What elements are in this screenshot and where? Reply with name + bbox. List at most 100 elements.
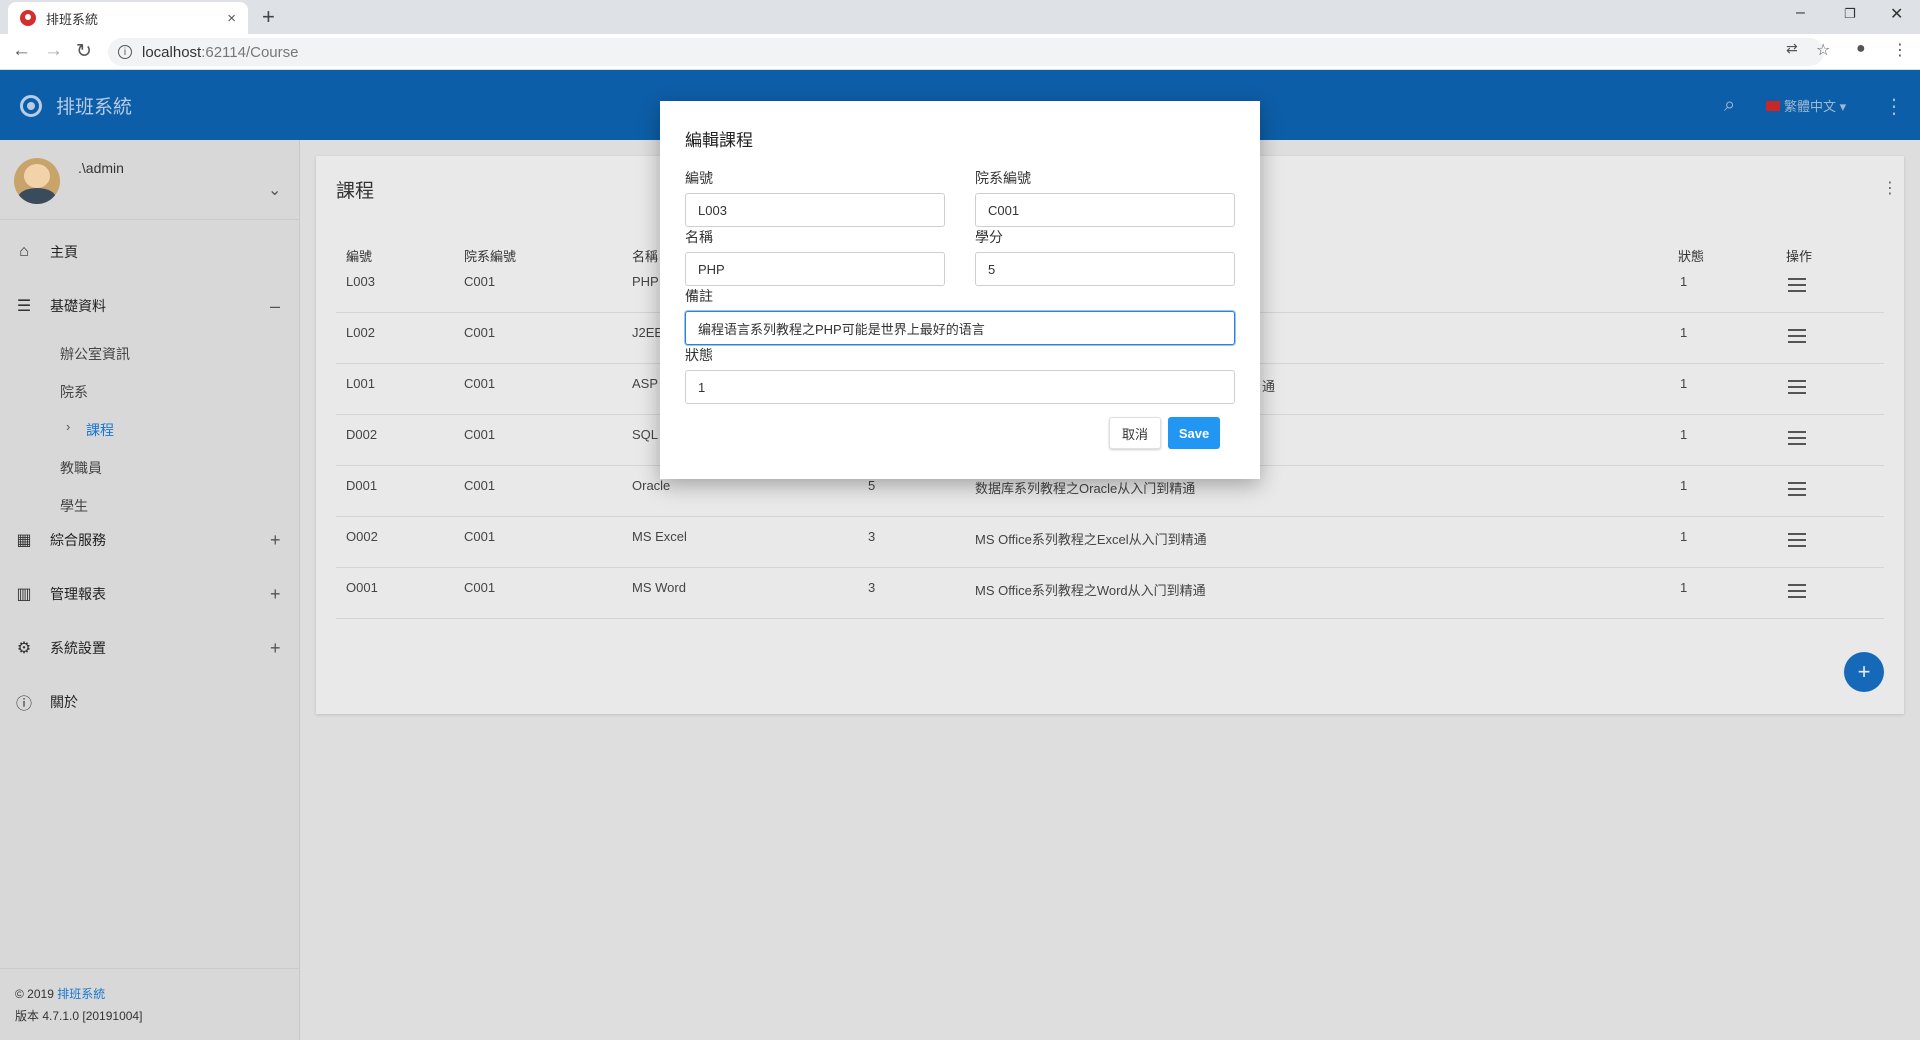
dialog-title: 編輯課程 [685,131,753,150]
expand-icon[interactable]: + [270,530,281,551]
browser-tabbar: 排班系統 × + – ❐ ✕ [0,0,1920,34]
close-window-button[interactable]: ✕ [1890,4,1903,24]
sidebar-item-basic-data[interactable]: ☰ 基礎資料 – [0,286,300,326]
cell-name: PHP [632,274,659,289]
cell-status: 1 [1680,274,1688,289]
cell-status: 1 [1680,427,1688,442]
omnibox[interactable]: i localhost:62114/Course [108,38,1824,66]
cell-dept: C001 [464,529,496,544]
minimize-button[interactable]: – [1796,4,1805,22]
chevron-down-icon[interactable]: ⌄ [268,180,281,200]
id-input[interactable] [685,193,945,227]
sidebar-item-about[interactable]: ⓘ 關於 [0,682,300,722]
save-button[interactable]: Save [1168,417,1220,449]
cell-remark: MS Office系列教程之Word从入门到精通 [975,583,1206,598]
row-menu-icon[interactable] [1788,584,1806,598]
reload-icon[interactable]: ↻ [76,40,92,63]
table-row[interactable]: O002 C001 MS Excel 3 MS Office系列教程之Excel… [336,517,1884,568]
sidebar-footer: © 2019 排班系統 版本 4.7.1.0 [20191004] [0,968,300,1040]
sidebar: .\admin ⌄ ⌂ 主頁 ☰ 基礎資料 – 辦公室資訊 院系 › 課程 教職… [0,140,300,1040]
credit-input[interactable] [975,252,1235,286]
back-icon[interactable]: ← [12,40,31,62]
forward-icon[interactable]: → [44,40,63,62]
sidebar-subitem-course[interactable]: 課程 [86,420,114,440]
sidebar-subitem-student[interactable]: 學生 [60,496,88,516]
row-menu-icon[interactable] [1788,278,1806,292]
cancel-button[interactable]: 取消 [1109,417,1161,449]
sidebar-item-label: 基礎資料 [50,298,106,314]
user-panel[interactable]: .\admin ⌄ [0,140,299,220]
building-icon: ▦ [16,532,32,549]
sidebar-item-services[interactable]: ▦ 綜合服務 + [0,520,300,560]
header-more-icon[interactable]: ⋮ [1884,94,1904,119]
tab-close-icon[interactable]: × [227,10,236,27]
cell-id: L001 [346,376,375,391]
browser-tab[interactable]: 排班系統 × [8,2,248,34]
sidebar-item-label: 主頁 [50,244,78,260]
cell-status: 1 [1680,376,1688,391]
sidebar-item-home[interactable]: ⌂ 主頁 [0,232,300,272]
dept-input[interactable] [975,193,1235,227]
cell-name: J2EE [632,325,664,340]
brand[interactable]: 排班系統 [20,92,132,119]
name-input[interactable] [685,252,945,286]
status-input[interactable] [685,370,1235,404]
cell-name: Oracle [632,478,671,493]
profile-icon[interactable]: ● [1856,40,1866,58]
cell-id: D001 [346,478,378,493]
version-text: 版本 4.7.1.0 [20191004] [15,1009,143,1023]
cell-dept: C001 [464,427,496,442]
expand-icon[interactable]: + [270,638,281,659]
cell-dept: C001 [464,478,496,493]
expand-icon[interactable]: + [270,584,281,605]
address-bar: ← → ↻ i localhost:62114/Course ⇄ ☆ ● ⋮ [0,34,1920,70]
row-menu-icon[interactable] [1788,380,1806,394]
sidebar-item-settings[interactable]: ⚙ 系統設置 + [0,628,300,668]
status-label: 狀態 [685,347,713,363]
remark-input[interactable] [685,311,1235,345]
cell-id: L002 [346,325,375,340]
id-label: 編號 [685,170,713,186]
new-tab-button[interactable]: + [262,4,275,30]
cell-dept: C001 [464,376,496,391]
list-icon: ☰ [16,298,32,315]
language-label: 繁體中文 ▾ [1784,99,1847,114]
browser-menu-icon[interactable]: ⋮ [1892,40,1908,60]
brand-logo-icon [20,94,42,117]
restore-button[interactable]: ❐ [1844,6,1856,22]
sidebar-item-label: 綜合服務 [50,532,106,548]
cell-name: ASP [632,376,659,391]
row-menu-icon[interactable] [1788,329,1806,343]
sidebar-item-label: 關於 [50,694,78,710]
row-menu-icon[interactable] [1788,482,1806,496]
add-course-button[interactable]: + [1844,652,1884,692]
search-icon[interactable]: ⌕ [1724,94,1735,117]
sidebar-subitem-staff[interactable]: 教職員 [60,458,102,478]
cell-id: L003 [346,274,375,289]
row-menu-icon[interactable] [1788,533,1806,547]
home-icon: ⌂ [19,243,29,260]
cell-status: 1 [1680,580,1688,595]
cell-credit: 3 [868,529,876,544]
translate-icon[interactable]: ⇄ [1786,40,1798,57]
bookmark-star-icon[interactable]: ☆ [1816,40,1830,60]
cell-credit: 3 [868,580,876,595]
copyright: © 2019 [15,987,58,1001]
cell-status: 1 [1680,478,1688,493]
table-row[interactable]: O001 C001 MS Word 3 MS Office系列教程之Word从入… [336,568,1884,619]
language-selector[interactable]: 繁體中文 ▾ [1766,96,1846,115]
page-title: 課程 [336,181,375,202]
cell-remark: MS Office系列教程之Excel从入门到精通 [975,532,1207,547]
card-more-icon[interactable]: ⋮ [1882,178,1898,198]
username: .\admin [78,160,124,176]
sidebar-subitem-department[interactable]: 院系 [60,382,88,402]
row-menu-icon[interactable] [1788,431,1806,445]
tab-title: 排班系統 [46,11,99,27]
footer-link[interactable]: 排班系統 [57,987,105,1001]
sidebar-item-reports[interactable]: ▥ 管理報表 + [0,574,300,614]
url-text: localhost:62114/Course [142,43,299,61]
site-info-icon[interactable]: i [118,45,132,59]
sidebar-subitem-office[interactable]: 辦公室資訊 [60,344,130,364]
collapse-icon[interactable]: – [270,296,280,317]
cell-status: 1 [1680,529,1688,544]
